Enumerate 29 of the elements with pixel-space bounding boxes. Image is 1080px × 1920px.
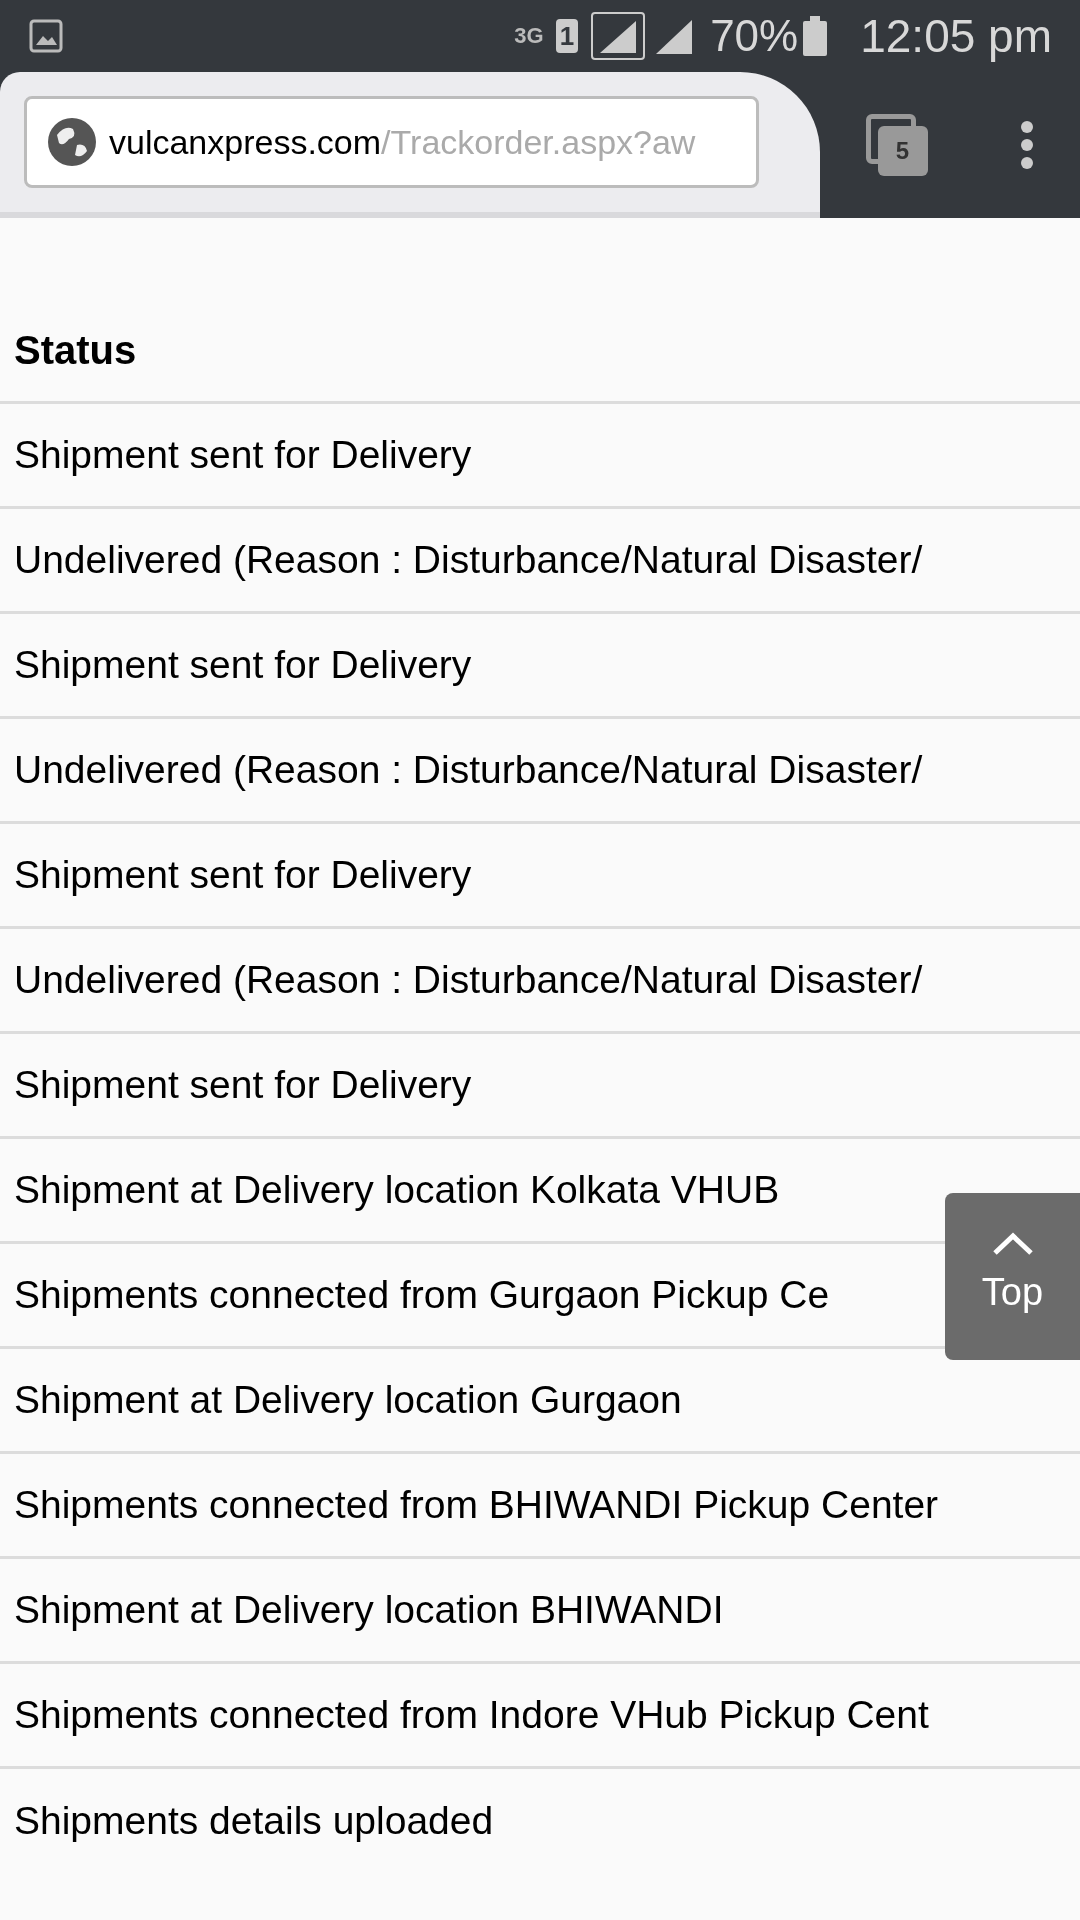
status-cell-text: Shipment sent for Delivery <box>14 851 472 898</box>
top-button[interactable]: Top <box>945 1193 1080 1360</box>
status-cell-text: Shipment at Delivery location BHIWANDI <box>14 1586 724 1633</box>
url-path: /Trackorder.aspx?aw <box>381 121 696 163</box>
status-cell-text: Shipment at Delivery location Gurgaon <box>14 1376 682 1423</box>
status-cell-text: Shipment sent for Delivery <box>14 1061 472 1108</box>
status-cell-text: Shipment at Delivery location Kolkata VHUB <box>14 1166 780 1213</box>
url-host: vulcanxpress.com <box>109 121 382 163</box>
status-cell-text: Shipment sent for Delivery <box>14 431 472 478</box>
gallery-icon <box>28 18 64 54</box>
battery-icon <box>802 16 829 56</box>
globe-icon <box>47 117 97 167</box>
column-header: Status <box>14 326 137 374</box>
status-cell-text: Undelivered (Reason : Disturbance/Natural Disaster/ <box>14 536 923 583</box>
status-cell-text: Shipments connected from Gurgaon Pickup Ce <box>14 1271 830 1318</box>
status-cell-text: Shipments connected from Indore VHub Pickup Cent <box>14 1691 929 1738</box>
status-cell-text: Shipment sent for Delivery <box>14 641 472 688</box>
status-cell-text: Undelivered (Reason : Disturbance/Natural Disaster/ <box>14 956 923 1003</box>
battery-percent: 70% <box>710 10 799 62</box>
network-type: 3G <box>514 25 544 47</box>
signal-icon <box>590 11 647 61</box>
status-cell-text: Shipments connected from BHIWANDI Pickup Center <box>14 1481 939 1528</box>
chevron-up-icon <box>991 1232 1034 1256</box>
status-cell-text: Shipments details uploaded <box>14 1798 494 1845</box>
clock-time: 12:05 pm <box>860 8 1052 64</box>
menu-icon[interactable] <box>1018 120 1035 170</box>
url-field[interactable]: vulcanxpress.com/Trackorder.aspx?aw <box>24 96 759 188</box>
status-cell-text: Undelivered (Reason : Disturbance/Natural Disaster/ <box>14 746 923 793</box>
sim-indicator: 1 <box>555 19 579 53</box>
